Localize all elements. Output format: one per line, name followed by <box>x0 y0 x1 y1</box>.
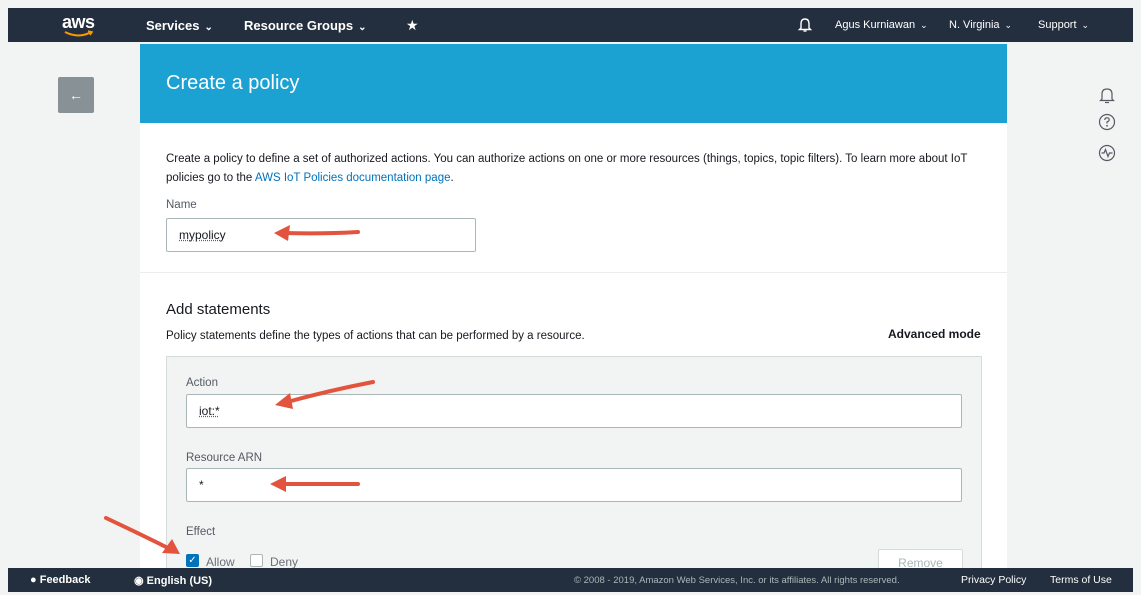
aws-logo-text: aws <box>62 12 95 32</box>
region-menu[interactable]: N. Virginia ⌄ <box>949 19 1012 31</box>
help-circle-icon[interactable] <box>1098 113 1116 131</box>
resource-groups-menu[interactable]: Resource Groups ⌄ <box>244 18 366 33</box>
language-selector[interactable]: ◉ English (US) <box>134 574 212 587</box>
bell-icon[interactable] <box>798 17 812 33</box>
annotation-arrow <box>104 516 180 554</box>
resource-groups-label: Resource Groups <box>244 18 354 33</box>
add-statements-description: Policy statements define the types of ac… <box>166 330 585 342</box>
chevron-down-icon: ⌄ <box>358 22 367 33</box>
checkmark-icon: ✓ <box>188 555 197 566</box>
panel-header: Create a policy <box>140 44 1007 123</box>
globe-icon: ◉ <box>134 575 144 587</box>
allow-label[interactable]: Allow <box>206 555 235 569</box>
advanced-mode-link[interactable]: Advanced mode <box>888 327 981 341</box>
pin-icon[interactable]: ★ <box>406 17 419 34</box>
services-menu[interactable]: Services ⌄ <box>146 18 213 33</box>
arrow-left-icon: ← <box>69 87 83 103</box>
chevron-down-icon: ⌄ <box>1004 20 1013 30</box>
intro-text: Create a policy to define a set of autho… <box>166 150 986 188</box>
footer-bar: ● Feedback ◉ English (US) © 2008 - 2019,… <box>8 568 1133 592</box>
back-button[interactable]: ← <box>58 77 94 113</box>
aws-logo[interactable]: aws <box>62 12 102 38</box>
name-label: Name <box>166 199 197 211</box>
chevron-down-icon: ⌄ <box>920 20 928 30</box>
name-value: mypolicy <box>179 228 226 242</box>
action-value: iot:* <box>199 404 220 418</box>
terms-of-use-link[interactable]: Terms of Use <box>1050 574 1112 586</box>
allow-checkbox[interactable]: ✓ <box>186 554 199 567</box>
resource-arn-value: * <box>199 478 204 492</box>
copyright-text: © 2008 - 2019, Amazon Web Services, Inc.… <box>574 575 900 586</box>
effect-label: Effect <box>186 526 216 538</box>
user-name: Agus Kurniawan <box>835 19 916 31</box>
support-label: Support <box>1038 19 1077 31</box>
aws-smile-icon <box>64 30 94 37</box>
top-navigation: aws Services ⌄ Resource Groups ⌄ ★ Agus Ku… <box>8 8 1133 42</box>
deny-checkbox[interactable] <box>250 554 263 567</box>
region-name: N. Virginia <box>949 19 1000 31</box>
intro-end: . <box>450 172 454 184</box>
privacy-policy-link[interactable]: Privacy Policy <box>961 574 1026 586</box>
services-label: Services <box>146 18 200 33</box>
support-menu[interactable]: Support ⌄ <box>1038 19 1089 31</box>
remove-statement-button[interactable]: Remove <box>878 549 963 569</box>
annotation-arrow <box>275 380 375 409</box>
iot-policies-doc-link[interactable]: AWS IoT Policies documentation page <box>255 172 451 184</box>
user-menu[interactable]: Agus Kurniawan ⌄ <box>835 19 928 31</box>
page-title: Create a policy <box>166 72 300 94</box>
health-pulse-icon[interactable] <box>1098 144 1116 162</box>
language-label: English (US) <box>146 575 213 587</box>
chevron-down-icon: ⌄ <box>204 22 213 33</box>
deny-label[interactable]: Deny <box>270 555 298 569</box>
speech-bubble-icon: ● <box>30 574 37 586</box>
annotation-arrow <box>274 225 360 241</box>
add-statements-title: Add statements <box>166 301 271 318</box>
bell-icon[interactable] <box>1098 86 1116 104</box>
annotation-arrow <box>270 476 360 492</box>
feedback-button[interactable]: ● Feedback <box>30 574 90 586</box>
feedback-label: Feedback <box>39 574 91 586</box>
chevron-down-icon: ⌄ <box>1081 20 1090 30</box>
section-divider <box>140 272 1007 273</box>
action-label: Action <box>186 377 218 389</box>
resource-arn-label: Resource ARN <box>186 452 263 464</box>
